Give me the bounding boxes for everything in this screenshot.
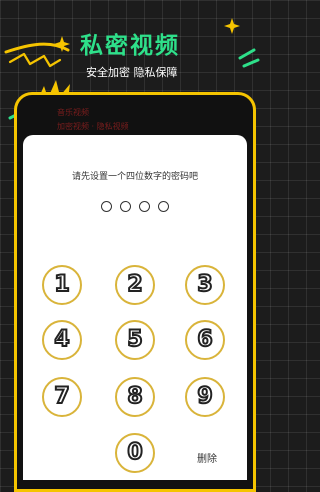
- key-label: 4: [53, 326, 70, 353]
- background-app-title: 音乐视频: [57, 108, 89, 117]
- keypad-key-1[interactable]: 1: [42, 265, 82, 305]
- key-label: 8: [126, 383, 143, 410]
- keypad-key-8[interactable]: 8: [115, 377, 155, 417]
- key-label: 1: [53, 271, 70, 298]
- green-stroke-right: [238, 48, 256, 60]
- keypad-key-3[interactable]: 3: [185, 265, 225, 305]
- passcode-dot: [120, 201, 131, 212]
- passcode-dot: [158, 201, 169, 212]
- key-label: 7: [53, 383, 70, 410]
- key-label: 5: [126, 326, 143, 353]
- green-stroke-right-2: [242, 58, 260, 68]
- key-label: 2: [126, 271, 143, 298]
- keypad-key-4[interactable]: 4: [42, 320, 82, 360]
- keypad-key-7[interactable]: 7: [42, 377, 82, 417]
- key-label: 0: [126, 439, 143, 466]
- page-title: 私密视频: [80, 33, 180, 59]
- delete-button[interactable]: 删除: [185, 450, 229, 465]
- passcode-prompt: 请先设置一个四位数字的密码吧: [71, 172, 198, 182]
- passcode-dot: [139, 201, 150, 212]
- keypad-key-2[interactable]: 2: [115, 265, 155, 305]
- keypad-key-6[interactable]: 6: [185, 320, 225, 360]
- passcode-dots: [23, 201, 247, 212]
- key-label: 6: [196, 326, 213, 353]
- page-subtitle: 安全加密 隐私保障: [86, 66, 178, 79]
- yellow-zigzag: [8, 52, 62, 68]
- keypad-key-5[interactable]: 5: [115, 320, 155, 360]
- passcode-dot: [101, 201, 112, 212]
- keypad-key-9[interactable]: 9: [185, 377, 225, 417]
- passcode-sheet: 请先设置一个四位数字的密码吧 1 2 3 4 5 6 7 8 9 0 删除: [23, 135, 247, 480]
- keypad-key-0[interactable]: 0: [115, 433, 155, 473]
- key-label: 3: [196, 271, 213, 298]
- key-label: 9: [196, 383, 213, 410]
- background-app-subtitle: 加密视频 · 隐私视频: [57, 122, 129, 131]
